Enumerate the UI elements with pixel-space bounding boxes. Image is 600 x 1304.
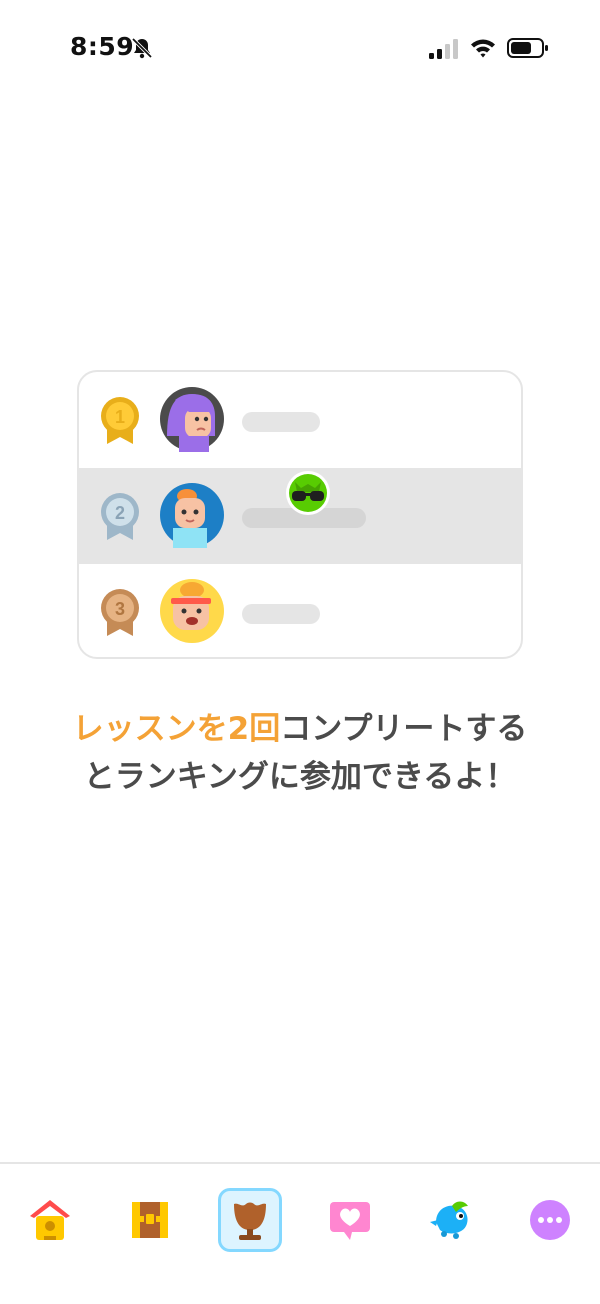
rank-label: 1 [115,407,125,427]
status-bar: 8:59 [0,0,600,96]
name-placeholder-bar [242,604,320,624]
bronze-medal-icon: 3 [101,589,139,636]
join-leaderboard-message: レッスンを2回コンプリートする とランキングに参加できるよ！ [0,705,600,801]
message-line-1-rest: コンプリートする [280,711,528,747]
nav-quests[interactable] [118,1188,182,1252]
status-time: 8:59 [70,32,135,61]
sunglasses-owl-icon [286,471,330,515]
nav-leaderboard[interactable] [218,1188,282,1252]
nav-friends[interactable] [318,1188,382,1252]
more-icon [530,1200,570,1240]
bottom-nav [0,1162,600,1304]
message-line-1: レッスンを2回コンプリートする [0,705,600,753]
battery-icon [507,38,548,58]
nav-home[interactable] [18,1188,82,1252]
rank-label: 2 [115,503,125,523]
wifi-icon [471,39,495,58]
cellular-signal-icon [429,39,458,59]
yellow-headband-avatar [160,579,224,643]
heart-chat-icon [330,1202,370,1240]
home-icon [30,1200,70,1240]
leaderboard-preview-card: 1 2 3 [77,370,523,659]
name-placeholder-bar [242,412,320,432]
bell-off-icon [131,37,153,59]
leaderboard-row: 3 [79,564,521,657]
bird-icon [430,1201,468,1239]
nav-practice[interactable] [418,1188,482,1252]
leaderboard-row: 1 [79,372,521,468]
trophy-icon [234,1202,266,1240]
gold-medal-icon: 1 [101,397,139,444]
silver-medal-icon: 2 [101,493,139,540]
message-line-2: とランキングに参加できるよ！ [83,759,517,795]
blue-avatar [160,483,224,548]
rank-label: 3 [115,599,125,619]
message-highlight: レッスンを2回 [72,711,281,747]
purple-hair-avatar [160,387,224,452]
nav-more[interactable] [518,1188,582,1252]
treasure-chest-icon [132,1202,168,1238]
